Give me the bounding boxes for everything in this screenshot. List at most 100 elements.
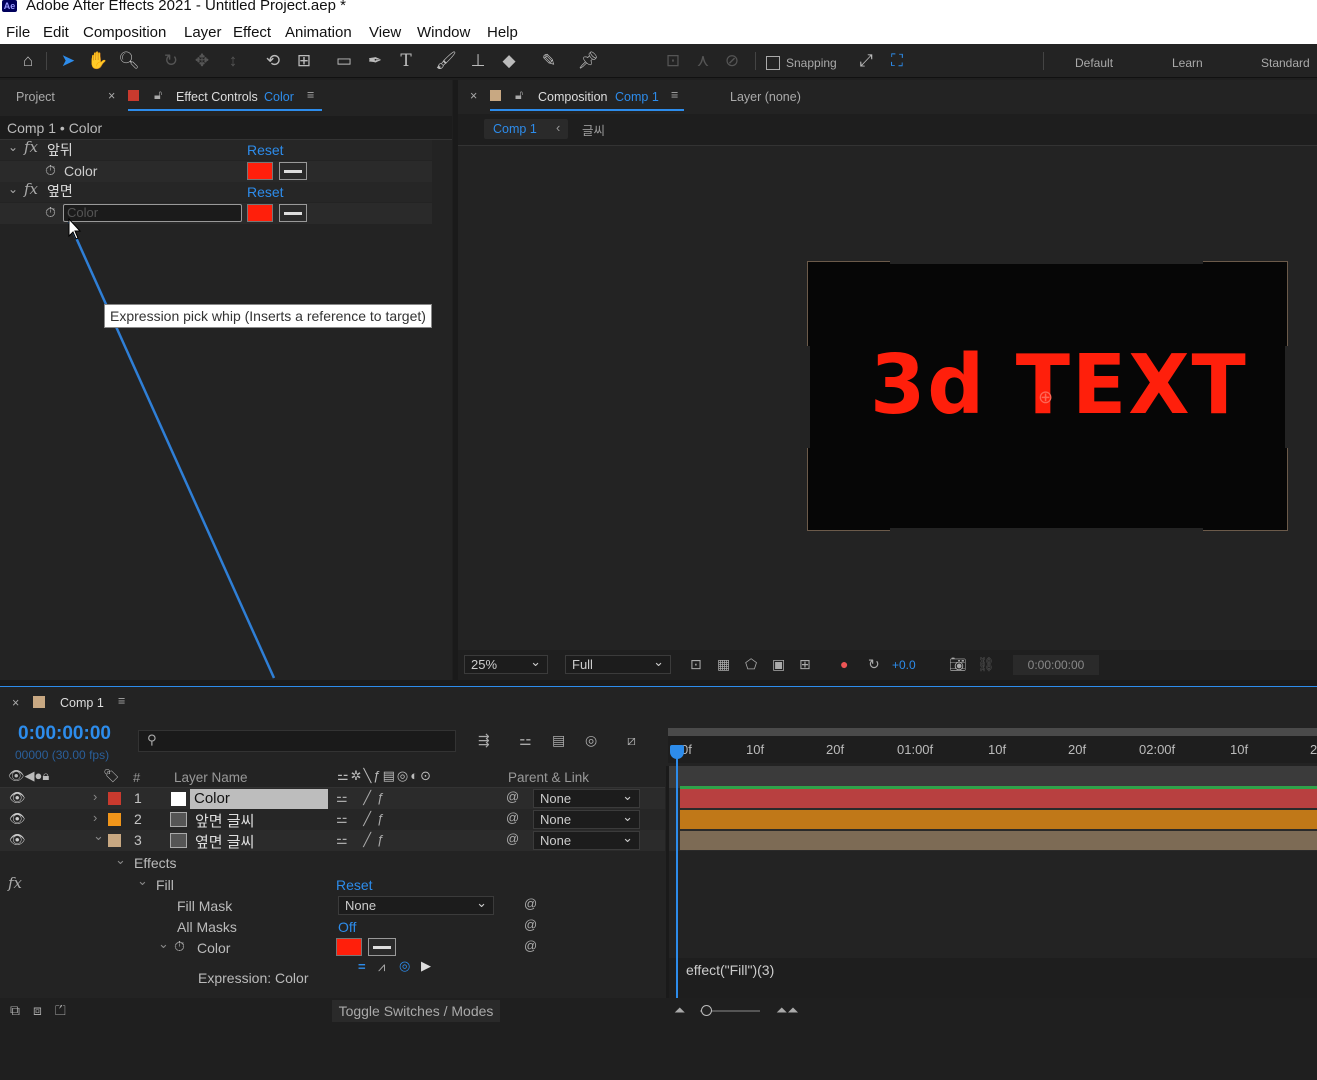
- col-parent-link[interactable]: Parent & Link: [508, 770, 589, 785]
- menu-composition[interactable]: Composition: [83, 24, 166, 41]
- fast-preview-icon[interactable]: ⊡: [690, 656, 702, 673]
- tab-project[interactable]: Project: [16, 90, 55, 104]
- color-swatch[interactable]: [336, 938, 362, 956]
- layer-bar[interactable]: [680, 810, 1317, 829]
- col-layer-name[interactable]: Layer Name: [174, 770, 248, 785]
- pan-camera-icon[interactable]: ✥: [191, 51, 213, 71]
- chevron-down-icon[interactable]: ⌄: [137, 873, 148, 889]
- workspace-default[interactable]: Default: [1075, 56, 1113, 70]
- frame-blending-icon[interactable]: ▤: [552, 732, 565, 749]
- reset-button[interactable]: Reset: [247, 184, 284, 200]
- grid-guides-icon[interactable]: ⊞: [799, 656, 811, 673]
- channels-icon[interactable]: ●: [840, 656, 848, 672]
- snap-target-icon[interactable]: ⛶: [886, 51, 908, 71]
- tab-effect-controls-target[interactable]: Color: [264, 90, 294, 104]
- eyedropper-icon[interactable]: [368, 938, 396, 956]
- selection-tool-icon[interactable]: ➤: [57, 51, 79, 71]
- label-color[interactable]: [108, 813, 121, 826]
- pickwhip-icon[interactable]: @: [506, 831, 519, 846]
- property-row[interactable]: ⌄ ⏱︎ Color @: [0, 936, 665, 958]
- pickwhip-icon[interactable]: @: [506, 810, 519, 825]
- flow-item-comp[interactable]: Comp 1: [493, 122, 537, 136]
- clone-stamp-icon[interactable]: ⊥: [467, 51, 489, 71]
- pickwhip-icon[interactable]: @: [524, 896, 537, 911]
- layer-name[interactable]: 옆면 글씨: [195, 831, 254, 852]
- show-snapshot-icon[interactable]: ⛓: [977, 656, 995, 673]
- effect-name[interactable]: 앞뒤: [47, 140, 73, 160]
- current-time[interactable]: 0:00:00:00: [1013, 655, 1099, 675]
- menu-layer[interactable]: Layer: [184, 24, 222, 41]
- property-label-field[interactable]: Color: [63, 204, 242, 222]
- menu-window[interactable]: Window: [417, 24, 470, 41]
- anchor-point-icon[interactable]: ⊕: [1038, 387, 1053, 408]
- expression-pickwhip-icon[interactable]: ◎: [399, 958, 410, 974]
- stopwatch-icon[interactable]: ⏱︎: [174, 938, 185, 955]
- playhead[interactable]: [676, 745, 678, 998]
- tab-effect-controls[interactable]: Effect Controls: [176, 90, 258, 104]
- expression-editor[interactable]: effect("Fill")(3): [669, 958, 1317, 998]
- in-out-pane-icon[interactable]: ⏍: [55, 1002, 66, 1019]
- view-axis-icon[interactable]: ⊘: [721, 51, 743, 71]
- layer-search-input[interactable]: ⚲: [138, 730, 456, 752]
- menu-view[interactable]: View: [369, 24, 401, 41]
- reset-exposure-icon[interactable]: ↻: [868, 656, 880, 673]
- chevron-down-icon[interactable]: ⌄: [8, 140, 18, 154]
- reset-button[interactable]: Reset: [336, 877, 373, 893]
- eraser-tool-icon[interactable]: ◆: [498, 51, 520, 71]
- pan-behind-icon[interactable]: ⊞: [293, 51, 315, 71]
- pen-tool-icon[interactable]: ✒: [364, 51, 386, 71]
- puppet-pin-icon[interactable]: 📌︎: [577, 51, 599, 71]
- parent-dropdown[interactable]: None: [533, 808, 640, 829]
- layer-name[interactable]: 앞면 글씨: [195, 810, 254, 831]
- menu-file[interactable]: File: [6, 24, 30, 41]
- mask-visibility-icon[interactable]: ⬠: [745, 656, 757, 673]
- roto-brush-icon[interactable]: ✎: [538, 51, 560, 71]
- layer-row[interactable]: 👁︎ › 2 앞면 글씨 ⚍ ╱ƒ @ None: [0, 808, 665, 831]
- work-area-bar[interactable]: [668, 728, 1317, 736]
- motion-blur-icon[interactable]: ◎: [585, 732, 597, 749]
- flow-item-text[interactable]: 글씨: [582, 120, 605, 139]
- transfer-controls-pane-icon[interactable]: ⧈: [33, 1002, 42, 1019]
- zoom-dropdown[interactable]: 25%: [464, 653, 548, 674]
- stopwatch-icon[interactable]: ⏱︎: [45, 162, 56, 179]
- rectangle-tool-icon[interactable]: ▭: [333, 51, 355, 71]
- playhead-handle[interactable]: [670, 745, 684, 759]
- eye-icon[interactable]: 👁︎: [9, 790, 26, 806]
- panel-menu-icon[interactable]: ≡: [671, 88, 678, 102]
- fx-icon[interactable]: fx: [8, 874, 22, 892]
- exposure-value[interactable]: +0.0: [892, 658, 916, 672]
- dolly-camera-icon[interactable]: ↕: [222, 51, 244, 71]
- timeline-timecode[interactable]: 0:00:00:00: [18, 723, 111, 745]
- switch-icons[interactable]: ⚍ ╱ƒ: [336, 811, 390, 827]
- menu-animation[interactable]: Animation: [285, 24, 352, 41]
- fx-icon[interactable]: fx: [24, 180, 38, 198]
- panel-menu-icon[interactable]: ≡: [307, 88, 314, 102]
- lock-icon[interactable]: 🔓︎: [515, 88, 523, 103]
- property-row[interactable]: Fill Mask None @: [0, 894, 665, 916]
- menu-effect[interactable]: Effect: [233, 24, 271, 41]
- menu-edit[interactable]: Edit: [43, 24, 69, 41]
- switch-icons[interactable]: ⚍ ╱ƒ: [336, 790, 390, 806]
- comp-canvas[interactable]: 3d TEXT ⊕: [806, 260, 1289, 532]
- workspace-standard[interactable]: Standard: [1261, 56, 1310, 70]
- tab-composition[interactable]: Composition: [538, 90, 607, 104]
- region-of-interest-icon[interactable]: ▣: [772, 656, 785, 673]
- rotation-tool-icon[interactable]: ⟲: [262, 51, 284, 71]
- layer-row[interactable]: 👁︎ › 1 Color ⚍ ╱ƒ @ None: [0, 787, 665, 809]
- color-swatch[interactable]: [247, 204, 273, 222]
- chevron-left-icon[interactable]: ‹: [556, 120, 560, 135]
- home-icon[interactable]: ⌂: [17, 51, 39, 71]
- zoom-tool-icon[interactable]: 🔍︎: [118, 51, 140, 71]
- local-axis-icon[interactable]: ⊡: [662, 51, 684, 71]
- hand-tool-icon[interactable]: ✋: [87, 51, 109, 71]
- zoom-slider-thumb[interactable]: [701, 1005, 712, 1016]
- reset-button[interactable]: Reset: [247, 142, 284, 158]
- resolution-dropdown[interactable]: Full: [565, 653, 671, 674]
- tab-timeline[interactable]: Comp 1: [60, 696, 104, 710]
- chevron-right-icon[interactable]: ›: [93, 810, 97, 825]
- snapping-checkbox[interactable]: [766, 56, 780, 70]
- graph-icon[interactable]: ⩘: [378, 959, 385, 975]
- pickwhip-icon[interactable]: @: [524, 917, 537, 932]
- chevron-down-icon[interactable]: ⌄: [115, 852, 126, 868]
- world-axis-icon[interactable]: ⋏: [692, 51, 714, 71]
